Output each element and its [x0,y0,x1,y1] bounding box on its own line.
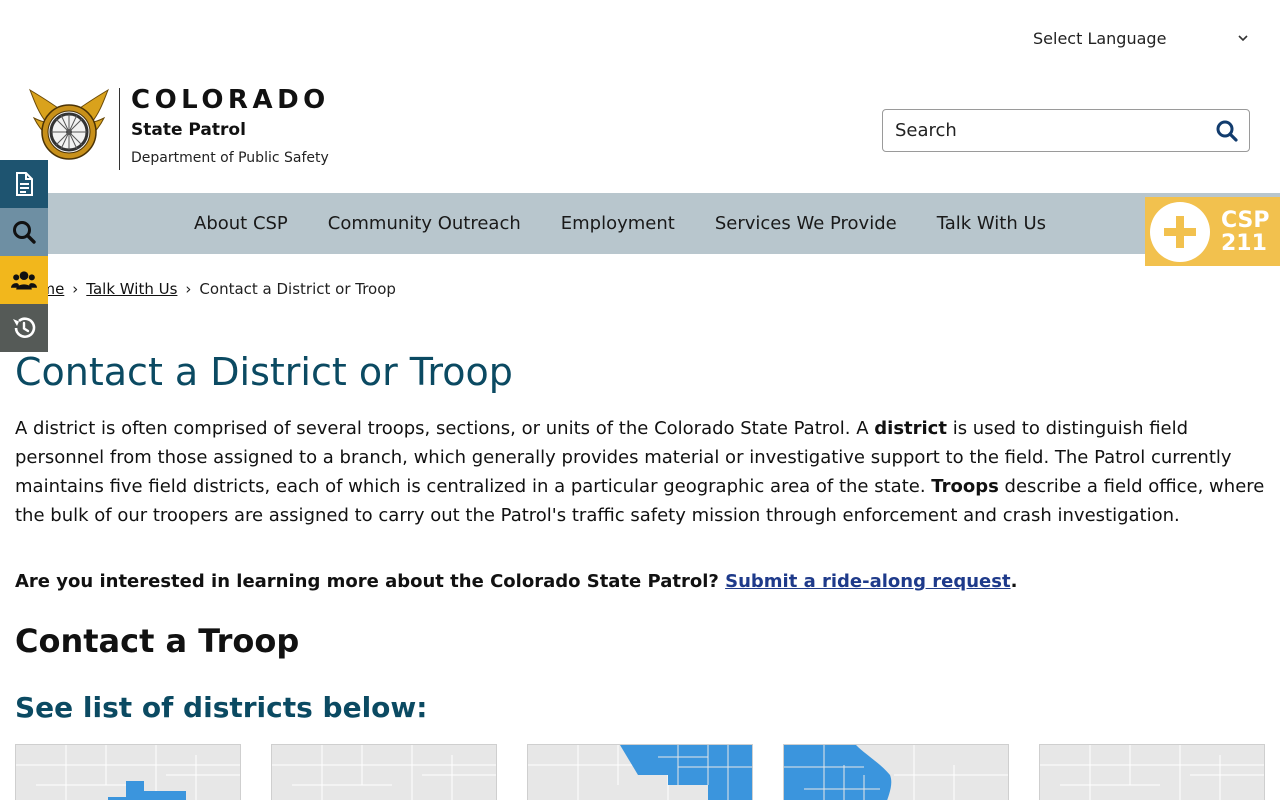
sidebar-search-button[interactable] [0,208,48,256]
district-map-image [528,745,752,800]
ride-along-link[interactable]: Submit a ride-along request [725,571,1010,592]
sidebar-document-button[interactable] [0,160,48,208]
district-map-card-1[interactable] [15,744,241,800]
search-icon[interactable] [1215,119,1239,143]
breadcrumb-talk-with-us[interactable]: Talk With Us [86,280,177,298]
nav-item-services-we-provide[interactable]: Services We Provide [695,213,917,234]
district-map-card-3[interactable] [527,744,753,800]
people-icon [11,271,37,290]
csp-211-label: CSP 211 [1221,207,1270,256]
ride-along-prompt: Are you interested in learning more abou… [15,571,1018,592]
history-icon [13,317,36,338]
district-map-image [16,745,240,800]
sidebar-people-button[interactable] [0,256,48,304]
nav-item-employment[interactable]: Employment [541,213,695,234]
district-map-card-5[interactable] [1039,744,1265,800]
breadcrumb-separator: › [72,280,79,298]
breadcrumb-current: Contact a District or Troop [199,280,396,298]
nav-item-talk-with-us[interactable]: Talk With Us [917,213,1066,234]
district-map-image [784,745,1008,800]
search-input[interactable] [895,120,1215,141]
breadcrumb-separator: › [185,280,192,298]
contact-troop-heading: Contact a Troop [15,622,300,660]
search-box [882,109,1250,152]
districts-heading: See list of districts below: [15,691,428,724]
district-map-card-2[interactable] [271,744,497,800]
logo-title: COLORADO [131,85,330,115]
language-select-label: Select Language [1033,28,1167,48]
nav-item-about-csp[interactable]: About CSP [174,213,308,234]
side-toolbar [0,160,48,352]
chevron-down-icon [1238,35,1248,42]
district-map-image [272,745,496,800]
logo-subtitle: State Patrol [131,120,246,140]
logo-text: COLORADO State Patrol Department of Publ… [131,86,330,166]
document-icon [16,172,33,196]
logo-department: Department of Public Safety [131,150,329,166]
csp-211-button[interactable]: CSP 211 [1145,197,1280,266]
page-title: Contact a District or Troop [15,350,513,394]
intro-paragraph: A district is often comprised of several… [15,418,1265,526]
district-map-image [1040,745,1264,800]
sidebar-history-button[interactable] [0,304,48,352]
site-logo[interactable]: COLORADO State Patrol Department of Publ… [28,86,348,174]
main-nav: About CSP Community Outreach Employment … [0,193,1280,254]
plus-circle-icon [1150,201,1210,262]
nav-item-community-outreach[interactable]: Community Outreach [308,213,541,234]
district-map-list [15,744,1265,800]
district-map-card-4[interactable] [783,744,1009,800]
logo-divider [119,88,120,170]
breadcrumb: Home › Talk With Us › Contact a District… [20,280,396,298]
language-select[interactable]: Select Language [1018,22,1264,54]
search-icon [13,221,36,244]
